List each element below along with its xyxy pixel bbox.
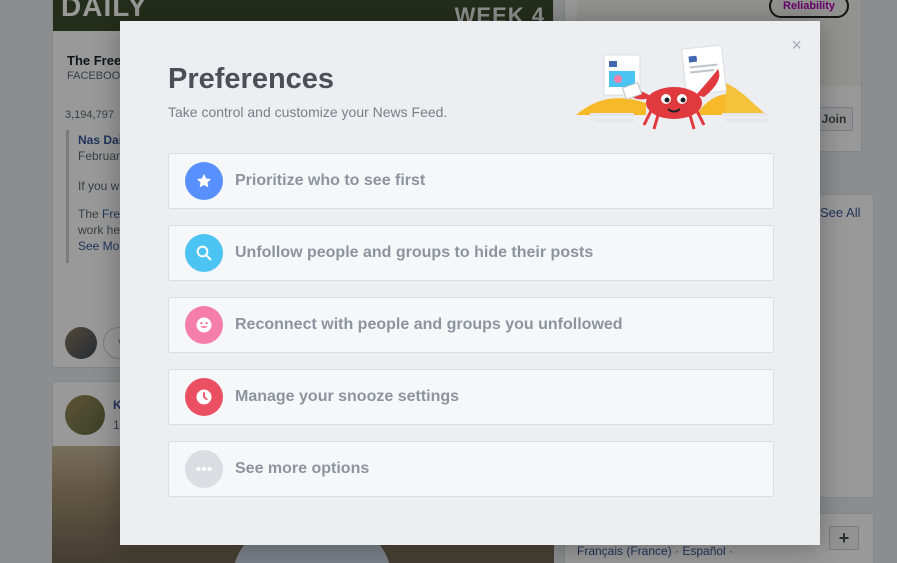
option-label: Reconnect with people and groups you unf…: [235, 316, 623, 333]
dialog-subtitle: Take control and customize your News Fee…: [168, 104, 448, 120]
clock-icon: [185, 378, 223, 416]
more-options[interactable]: See more options: [168, 441, 774, 497]
option-label: See more options: [235, 460, 370, 477]
smiley-icon: [185, 306, 223, 344]
prioritize-option[interactable]: Prioritize who to see first: [168, 153, 774, 209]
reconnect-option[interactable]: Reconnect with people and groups you unf…: [168, 297, 774, 353]
crab-illustration-icon: [576, 44, 768, 130]
option-label: Unfollow people and groups to hide their…: [235, 244, 594, 261]
close-icon[interactable]: ×: [791, 36, 802, 54]
more-dots-icon: [185, 450, 223, 488]
option-label: Manage your snooze settings: [235, 388, 460, 405]
preferences-dialog: × Preferences Take control and customize…: [120, 21, 820, 545]
preference-options: Prioritize who to see first Unfollow peo…: [168, 153, 774, 513]
star-icon: [185, 162, 223, 200]
dialog-title: Preferences: [168, 63, 335, 95]
unfollow-option[interactable]: Unfollow people and groups to hide their…: [168, 225, 774, 281]
option-label: Prioritize who to see first: [235, 172, 426, 189]
search-icon: [185, 234, 223, 272]
snooze-option[interactable]: Manage your snooze settings: [168, 369, 774, 425]
